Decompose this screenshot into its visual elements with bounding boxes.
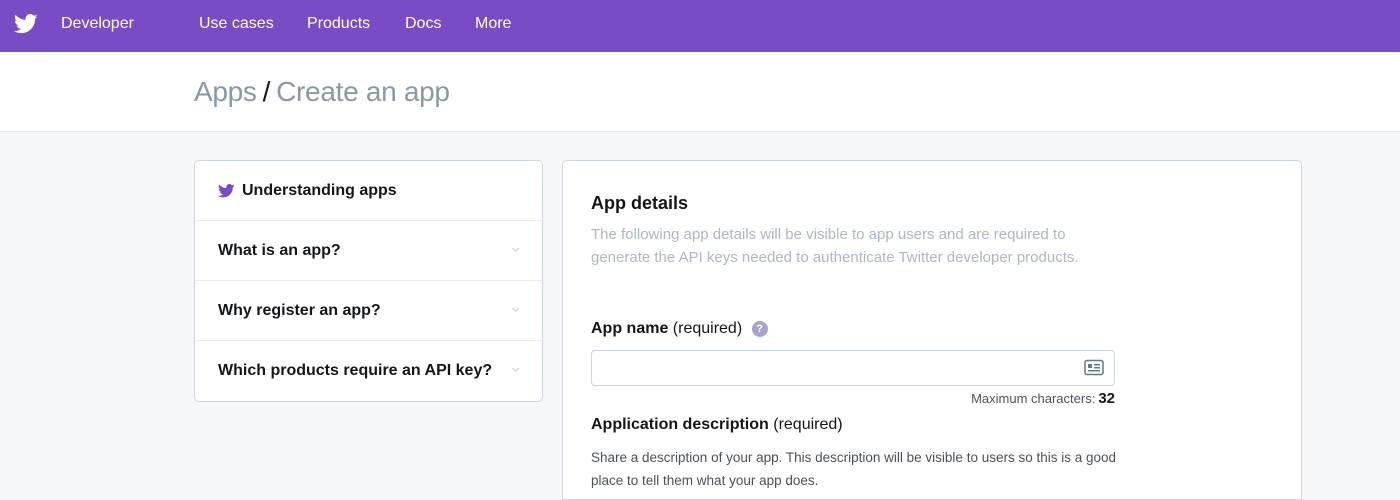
accordion-item-label: Which products require an API key? bbox=[218, 362, 493, 379]
app-description-required: (required) bbox=[773, 416, 843, 433]
app-name-required: (required) bbox=[672, 320, 743, 337]
chevron-down-icon bbox=[511, 247, 520, 253]
app-description-help: Share a description of your app. This de… bbox=[591, 450, 1117, 488]
app-details-panel: App details The following app details wi… bbox=[562, 160, 1302, 500]
understanding-apps-panel: Understanding apps What is an app? Why r… bbox=[194, 160, 543, 402]
nav-link-products[interactable]: Products bbox=[307, 15, 370, 33]
chevron-down-icon bbox=[511, 307, 520, 313]
developer-brand-link[interactable]: Developer bbox=[61, 15, 134, 33]
breadcrumb: Apps / Create an app bbox=[194, 76, 450, 108]
contact-card-icon[interactable] bbox=[1084, 359, 1104, 376]
nav-link-use-cases[interactable]: Use cases bbox=[199, 15, 274, 33]
max-characters-label: Maximum characters: bbox=[971, 391, 1096, 406]
app-description-label: Application description (required) bbox=[591, 416, 843, 434]
nav-link-docs[interactable]: Docs bbox=[405, 15, 441, 33]
app-description-label-text: Application description bbox=[591, 416, 769, 433]
accordion-item-why-register[interactable]: Why register an app? bbox=[195, 281, 542, 341]
app-name-label-text: App name bbox=[591, 320, 669, 337]
help-icon[interactable]: ? bbox=[751, 321, 768, 337]
page-header: Apps / Create an app bbox=[0, 52, 1400, 132]
panel-title: Understanding apps bbox=[242, 181, 397, 199]
app-name-label: App name (required) ? bbox=[591, 320, 768, 338]
breadcrumb-current: Create an app bbox=[276, 76, 450, 107]
breadcrumb-apps-link[interactable]: Apps bbox=[194, 76, 257, 107]
nav-link-more[interactable]: More bbox=[475, 15, 511, 33]
accordion-item-what-is-an-app[interactable]: What is an app? bbox=[195, 221, 542, 281]
accordion-item-label: What is an app? bbox=[218, 241, 341, 259]
section-title: App details bbox=[591, 193, 689, 213]
top-nav: Developer Use cases Products Docs More bbox=[0, 0, 1400, 52]
twitter-bird-icon[interactable] bbox=[14, 14, 38, 34]
section-description: The following app details will be visibl… bbox=[591, 226, 1079, 266]
panel-heading: Understanding apps bbox=[195, 161, 542, 221]
max-characters: Maximum characters: 32 bbox=[952, 390, 1115, 407]
max-characters-value: 32 bbox=[1098, 390, 1115, 407]
breadcrumb-separator: / bbox=[262, 76, 271, 107]
accordion-item-label: Why register an app? bbox=[218, 301, 381, 319]
accordion-item-which-products[interactable]: Which products require an API key? bbox=[195, 341, 542, 401]
chevron-down-icon bbox=[511, 367, 520, 373]
twitter-bird-icon bbox=[218, 183, 235, 197]
app-name-input[interactable] bbox=[591, 350, 1115, 386]
